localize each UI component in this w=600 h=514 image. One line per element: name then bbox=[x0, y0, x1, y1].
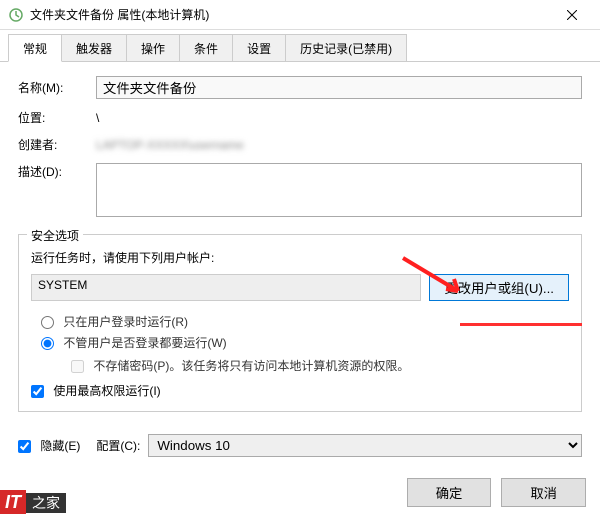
tab-conditions[interactable]: 条件 bbox=[179, 34, 233, 61]
window-icon bbox=[8, 7, 24, 23]
config-select[interactable]: Windows 10 bbox=[148, 434, 582, 457]
location-value: \ bbox=[96, 111, 582, 125]
check-hidden[interactable]: 隐藏(E) bbox=[18, 437, 80, 454]
desc-label: 描述(D): bbox=[18, 163, 96, 180]
name-label: 名称(M): bbox=[18, 79, 96, 96]
radio-anytime[interactable]: 不管用户是否登录都要运行(W) bbox=[41, 334, 569, 351]
tab-history[interactable]: 历史记录(已禁用) bbox=[285, 34, 407, 61]
annotation-underline bbox=[460, 323, 582, 326]
config-label: 配置(C): bbox=[96, 437, 140, 454]
cancel-button[interactable]: 取消 bbox=[501, 478, 586, 507]
change-user-button[interactable]: 更改用户或组(U)... bbox=[429, 274, 569, 301]
user-account-field: SYSTEM bbox=[31, 274, 421, 301]
location-label: 位置: bbox=[18, 109, 96, 126]
name-input[interactable] bbox=[96, 76, 582, 99]
radio-loggedon[interactable]: 只在用户登录时运行(R) bbox=[41, 313, 569, 330]
window-title: 文件夹文件备份 属性(本地计算机) bbox=[30, 6, 552, 23]
security-prompt: 运行任务时，请使用下列用户帐户: bbox=[31, 249, 569, 266]
ok-button[interactable]: 确定 bbox=[407, 478, 492, 507]
tab-general[interactable]: 常规 bbox=[8, 34, 62, 62]
tab-strip: 常规 触发器 操作 条件 设置 历史记录(已禁用) bbox=[0, 34, 600, 62]
security-legend: 安全选项 bbox=[27, 227, 83, 244]
check-highest[interactable]: 使用最高权限运行(I) bbox=[31, 382, 569, 399]
desc-textarea[interactable] bbox=[96, 163, 582, 217]
close-button[interactable] bbox=[552, 0, 592, 30]
tab-settings[interactable]: 设置 bbox=[232, 34, 286, 61]
check-nopassword: 不存储密码(P)。该任务将只有访问本地计算机资源的权限。 bbox=[71, 357, 569, 374]
tab-actions[interactable]: 操作 bbox=[126, 34, 180, 61]
creator-value: LAPTOP-XXXXX\username bbox=[96, 138, 582, 152]
watermark-logo: IT之家 bbox=[0, 492, 66, 513]
tab-triggers[interactable]: 触发器 bbox=[61, 34, 127, 61]
creator-label: 创建者: bbox=[18, 136, 96, 153]
